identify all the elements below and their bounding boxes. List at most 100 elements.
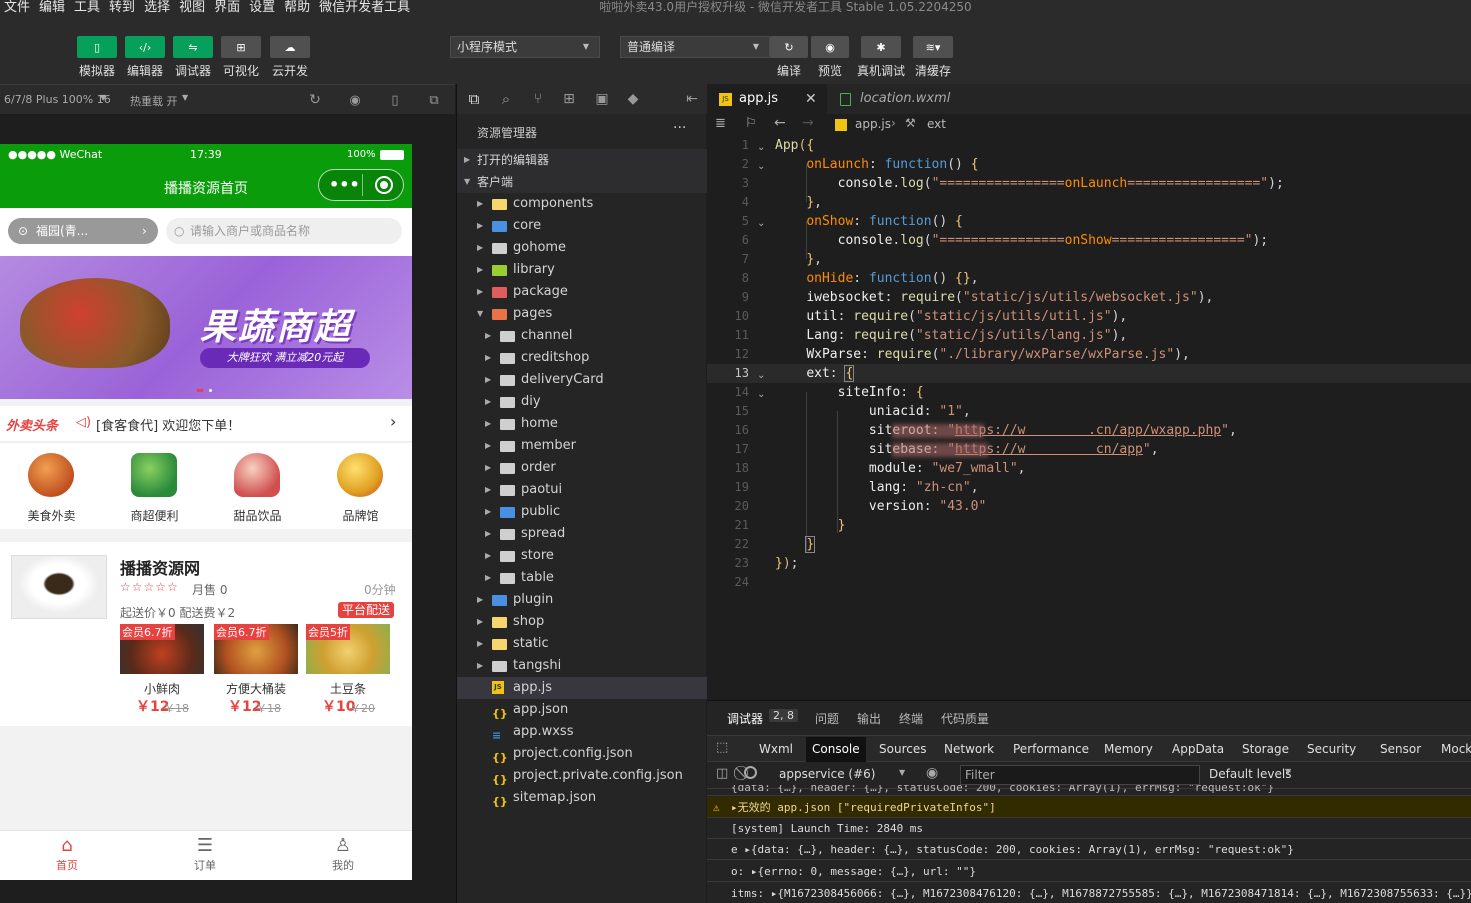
fold-icon[interactable]: ⌄: [757, 218, 765, 229]
search-icon[interactable]: ⌕: [497, 90, 515, 108]
remote-debug-button[interactable]: ✱: [861, 36, 901, 58]
code-line[interactable]: onHide: function() {},: [775, 269, 978, 288]
tab-terminal[interactable]: 终端: [899, 710, 923, 727]
tab-code-quality[interactable]: 代码质量: [941, 710, 989, 727]
folder-row[interactable]: ▶ channel: [457, 325, 707, 347]
tab-location-wxml[interactable]: location.wxml: [828, 84, 964, 114]
chevron-down-icon[interactable]: ▼: [899, 768, 905, 777]
stop-icon[interactable]: ◉: [347, 92, 363, 108]
folder-row[interactable]: ▶ order: [457, 457, 707, 479]
folder-row[interactable]: ▶ paotui: [457, 479, 707, 501]
code-line[interactable]: util: require("static/js/utils/util.js")…: [775, 307, 1127, 326]
code-line[interactable]: }: [775, 535, 816, 554]
close-icon[interactable]: ✕: [805, 84, 817, 114]
window-icon[interactable]: ⧉: [426, 92, 442, 108]
code-line[interactable]: console.log("================onLaunch===…: [775, 174, 1284, 193]
chevron-down-icon[interactable]: ▼: [100, 93, 106, 102]
fold-icon[interactable]: ⌄: [757, 161, 765, 172]
code-line[interactable]: onShow: function() {: [775, 212, 963, 231]
category-market[interactable]: 商超便利: [103, 443, 206, 529]
folder-row[interactable]: ▶ gohome: [457, 237, 707, 259]
search-input[interactable]: ○ 请输入商户或商品名称: [166, 218, 402, 244]
crumb-file[interactable]: app.js: [855, 117, 891, 131]
folder-row[interactable]: ▶ plugin: [457, 589, 707, 611]
eye-icon[interactable]: ◉: [926, 765, 938, 781]
tab-sensor[interactable]: Sensor: [1374, 737, 1427, 762]
clear-cache-button[interactable]: ≋▾: [913, 36, 953, 58]
crumb-symbol[interactable]: ext: [927, 117, 946, 131]
back-icon[interactable]: ←: [774, 115, 786, 131]
editor-button[interactable]: ‹/›: [125, 36, 165, 58]
folder-row[interactable]: ▶ creditshop: [457, 347, 707, 369]
tab-appdata[interactable]: AppData: [1166, 737, 1230, 762]
more-icon[interactable]: •••: [329, 175, 360, 194]
file-row[interactable]: {} app.json: [457, 699, 707, 721]
promo-banner[interactable]: 果蔬商超 大牌狂欢 满立减20元起: [0, 256, 412, 399]
folder-row[interactable]: ▶ home: [457, 413, 707, 435]
visual-button[interactable]: ⊞: [221, 36, 261, 58]
folder-row[interactable]: ▶ deliveryCard: [457, 369, 707, 391]
tab-output[interactable]: 输出: [857, 710, 881, 727]
tab-orders[interactable]: ☰ 订单: [172, 835, 238, 879]
code-line[interactable]: module: "we7_wmall",: [775, 459, 1026, 478]
folder-row[interactable]: ▶ package: [457, 281, 707, 303]
extensions-icon[interactable]: ⊞: [560, 90, 578, 108]
folder-row[interactable]: ▶ library: [457, 259, 707, 281]
tab-mock[interactable]: Mock: [1435, 737, 1471, 762]
tab-network[interactable]: Network: [938, 737, 1000, 762]
category-dessert[interactable]: 甜品饮品: [206, 443, 309, 529]
code-line[interactable]: uniacid: "1",: [775, 402, 971, 421]
file-row[interactable]: {} project.private.config.json: [457, 765, 707, 787]
section-client[interactable]: ▼ 客户端: [457, 171, 707, 193]
code-line[interactable]: lang: "zh-cn",: [775, 478, 979, 497]
folder-row[interactable]: ▶ member: [457, 435, 707, 457]
storage-icon[interactable]: ▣: [593, 90, 611, 108]
code-line[interactable]: ext: {: [775, 364, 855, 383]
files-icon[interactable]: ⧉: [465, 90, 483, 108]
debugger-button[interactable]: ⇋: [173, 36, 213, 58]
chevron-down-icon[interactable]: ▼: [182, 93, 188, 102]
levels-select[interactable]: Default levels: [1209, 767, 1291, 781]
more-icon[interactable]: ···: [673, 120, 686, 136]
folder-row[interactable]: ▶ tangshi: [457, 655, 707, 677]
code-line[interactable]: Lang: require("static/js/utils/lang.js")…: [775, 326, 1127, 345]
code-line[interactable]: onLaunch: function() {: [775, 155, 978, 174]
category-brand[interactable]: 品牌馆: [309, 443, 412, 529]
folder-row[interactable]: ▶ core: [457, 215, 707, 237]
folder-row[interactable]: ▶ static: [457, 633, 707, 655]
store-card[interactable]: 播播资源网 ☆☆☆☆☆ 月售 0 0分钟 起送价￥0 配送费￥2 平台配送 会员…: [0, 542, 412, 726]
device-select[interactable]: 6/7/8 Plus 100% 16: [4, 93, 111, 106]
inspect-icon[interactable]: ⬚: [716, 740, 728, 755]
tab-storage[interactable]: Storage: [1236, 737, 1295, 762]
tab-console[interactable]: Console: [806, 737, 866, 762]
close-circle-icon[interactable]: [375, 176, 393, 194]
location-picker[interactable]: ⊙ 福园(青... ›: [8, 218, 158, 244]
tab-app-js[interactable]: JS app.js ✕: [707, 84, 827, 114]
phone-icon[interactable]: ▯: [387, 92, 403, 108]
file-row[interactable]: JS app.js: [457, 677, 707, 699]
tab-security[interactable]: Security: [1301, 737, 1362, 762]
console-filter-input[interactable]: Filter: [960, 765, 1200, 785]
chevron-down-icon[interactable]: ▼: [1285, 767, 1291, 776]
list-icon[interactable]: ≣: [715, 116, 726, 131]
mode-select[interactable]: 小程序模式 ▼: [450, 36, 600, 58]
sidebar-toggle-icon[interactable]: ◫: [716, 766, 728, 781]
fold-icon[interactable]: ⌄: [757, 370, 765, 381]
tab-sources[interactable]: Sources: [873, 737, 932, 762]
hot-reload-toggle[interactable]: 热重载 开: [130, 93, 178, 109]
code-line[interactable]: siteInfo: {: [775, 383, 924, 402]
git-branch-icon[interactable]: ⑂: [529, 90, 547, 108]
folder-row[interactable]: ▶ table: [457, 567, 707, 589]
code-line[interactable]: siteroot: "https://w .cn/app/wxapp.php",: [775, 421, 1237, 440]
console-line[interactable]: e ▸{data: {…}, header: {…}, statusCode: …: [707, 839, 1471, 860]
fold-icon[interactable]: ⌄: [757, 389, 765, 400]
console-line[interactable]: o: ▸{errno: 0, message: {…}, url: ""}: [707, 861, 1471, 882]
folder-row[interactable]: ▶ components: [457, 193, 707, 215]
context-select[interactable]: appservice (#6): [779, 767, 875, 781]
code-line[interactable]: WxParse: require("./library/wxParse/wxPa…: [775, 345, 1190, 364]
tab-problems[interactable]: 问题: [815, 710, 839, 727]
fold-icon[interactable]: ⌄: [757, 142, 765, 153]
code-line[interactable]: App({: [775, 136, 814, 155]
console-line[interactable]: itms: ▸{M1672308456066: {…}, M1672308476…: [707, 883, 1471, 903]
code-line[interactable]: },: [775, 193, 822, 212]
